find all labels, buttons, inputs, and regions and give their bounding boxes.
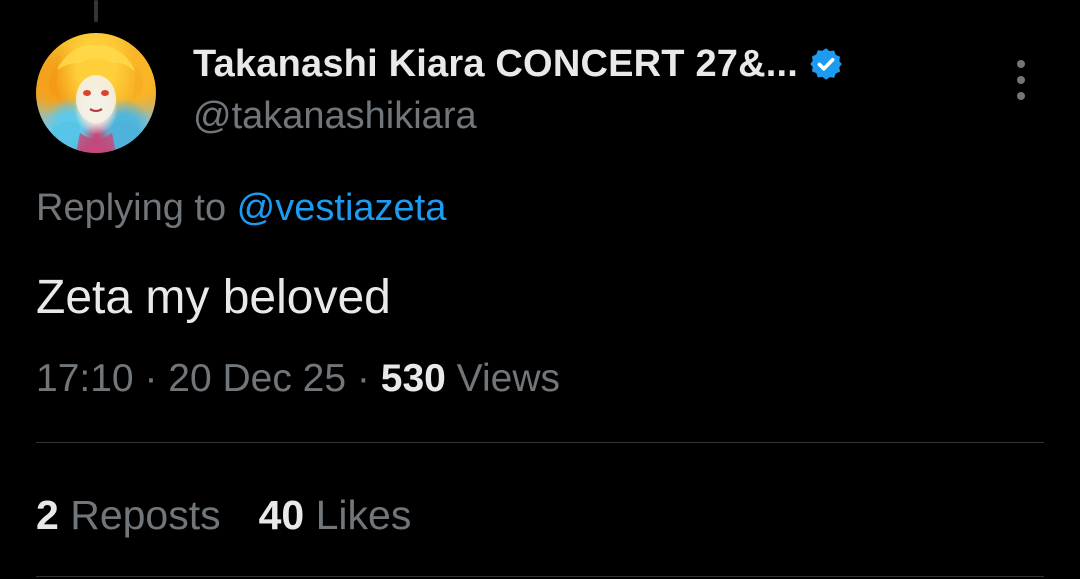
reposts-stat[interactable]: 2 Reposts [36,492,221,539]
reposts-count: 2 [36,492,59,538]
likes-stat[interactable]: 40 Likes [259,492,412,539]
views-label: Views [445,357,560,400]
tweet-meta: 17:10 · 20 Dec 25 · 530 Views [36,357,560,401]
meta-separator: · [346,357,381,400]
verified-badge-icon [808,46,844,82]
reply-target-link[interactable]: @vestiazeta [237,187,447,229]
author-handle[interactable]: @takanashikiara [193,95,477,138]
tweet-time[interactable]: 17:10 [36,357,134,400]
more-dot [1017,92,1025,100]
replying-to-line: Replying to @vestiazeta [36,187,446,230]
avatar[interactable] [36,33,156,153]
likes-count: 40 [258,492,305,538]
divider [36,576,1044,577]
thread-connector-line [94,0,98,22]
tweet-text: Zeta my beloved [36,271,391,324]
views-count: 530 [380,357,446,400]
meta-separator: · [133,357,169,400]
likes-label: Likes [304,492,412,538]
more-dot [1017,60,1025,68]
divider [36,442,1044,443]
avatar-illustration [46,44,146,153]
engagement-stats: 2 Reposts 40 Likes [36,492,411,539]
tweet-date[interactable]: 20 Dec 25 [168,357,346,400]
more-vertical-icon[interactable] [1013,60,1029,100]
author-name-row[interactable]: Takanashi Kiara CONCERT 27&... [193,42,844,86]
reposts-label: Reposts [58,492,221,538]
replying-to-prefix: Replying to [36,187,237,229]
more-dot [1017,76,1025,84]
author-display-name[interactable]: Takanashi Kiara CONCERT 27&... [193,43,798,86]
